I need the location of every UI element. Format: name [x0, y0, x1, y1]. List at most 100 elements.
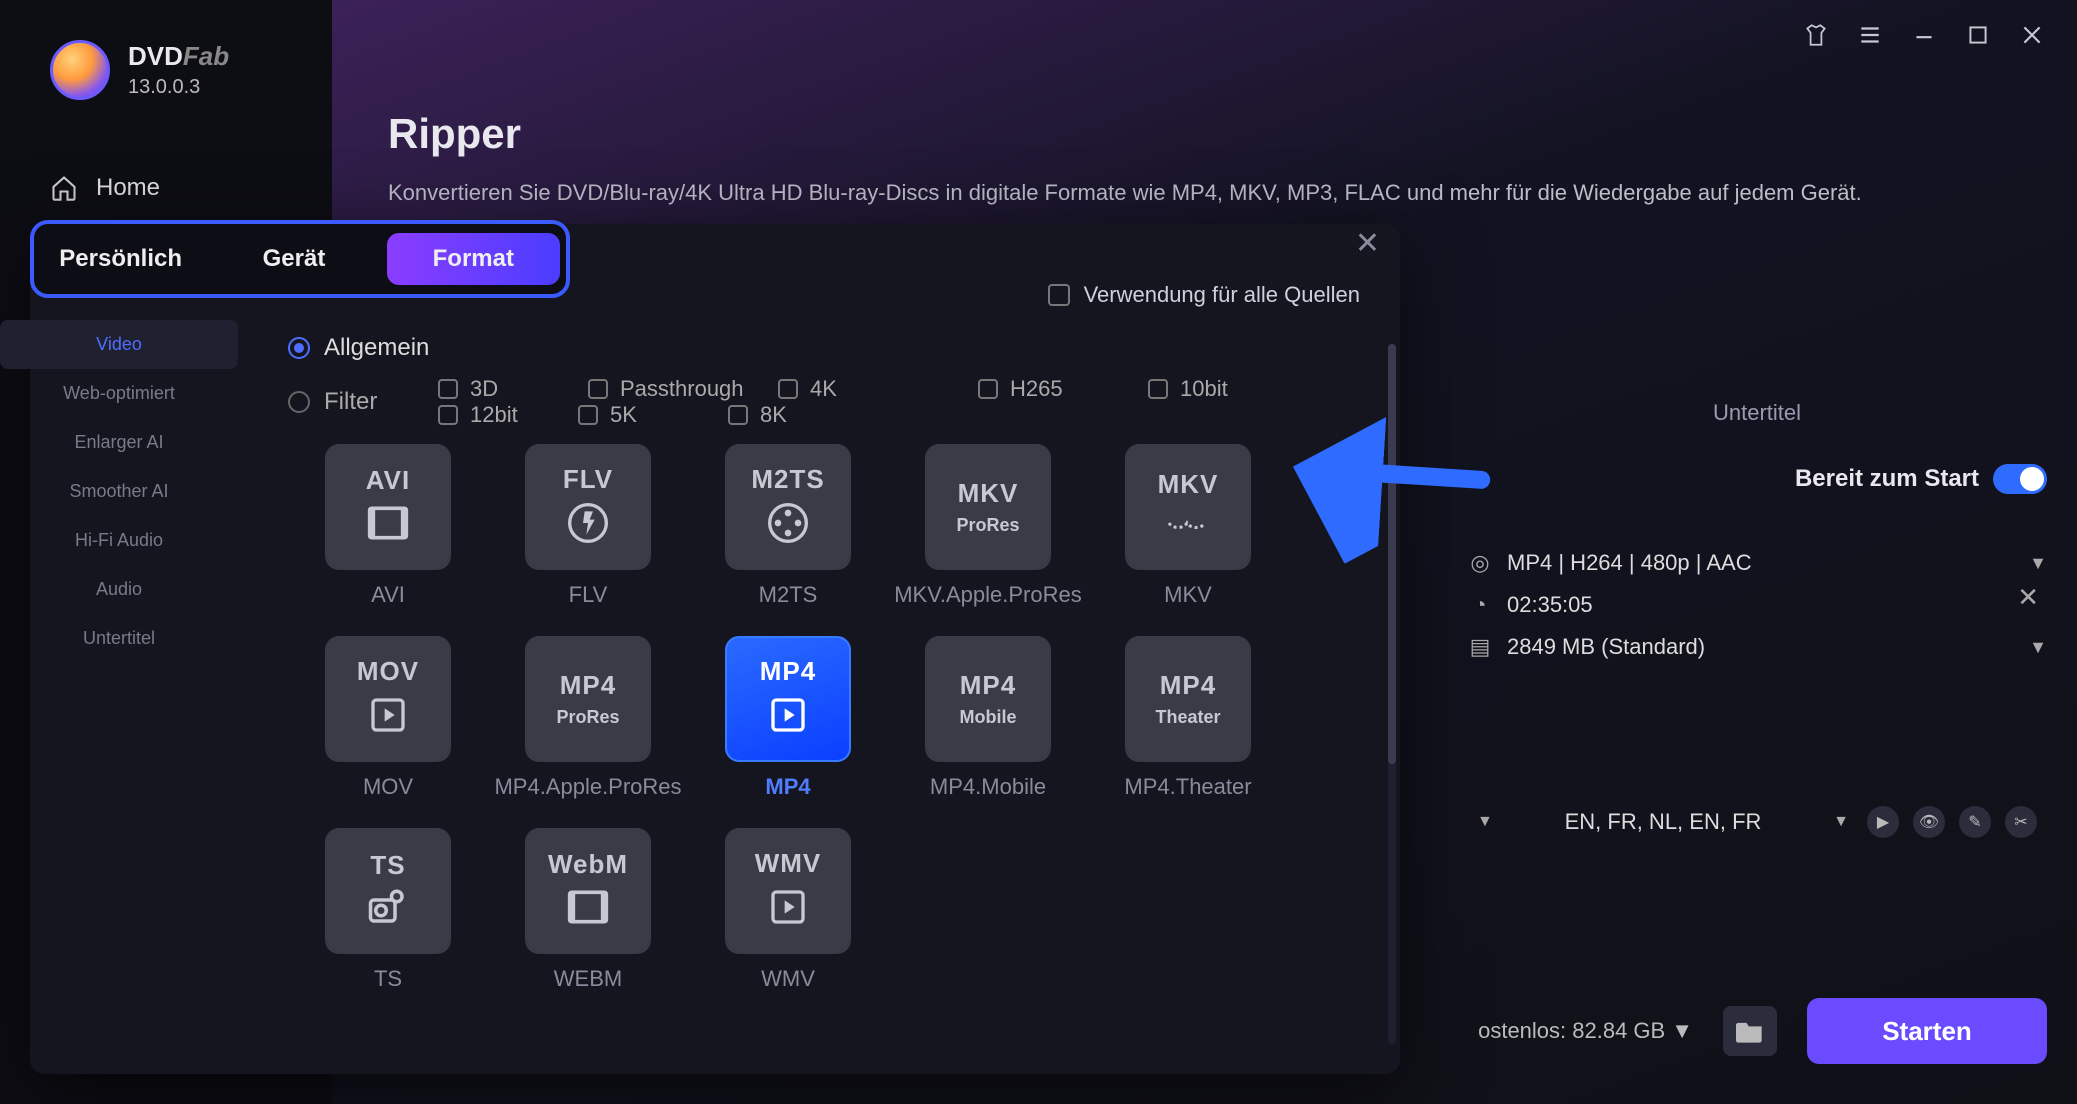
menu-icon[interactable]	[1857, 22, 1883, 48]
format-mp4-apple-prores[interactable]: MP4ProRes MP4.Apple.ProRes	[488, 636, 688, 800]
disc-icon: ◎	[1467, 550, 1493, 576]
format-mp4-theater[interactable]: MP4Theater MP4.Theater	[1088, 636, 1288, 800]
chevron-down-icon: ▼	[2029, 637, 2047, 658]
format-tile: M2TS	[725, 444, 851, 570]
filter-3d[interactable]: 3D	[438, 376, 588, 402]
ready-toggle[interactable]	[1993, 464, 2047, 494]
filter-5k[interactable]: 5K	[578, 402, 728, 428]
start-button[interactable]: Starten	[1807, 998, 2047, 1064]
category-enlarger-ai[interactable]: Enlarger AI	[0, 418, 238, 467]
chevron-down-icon[interactable]: ▼	[1477, 813, 1493, 831]
format-mp4[interactable]: MP4MP4	[688, 636, 888, 800]
format-label: MKV	[1164, 582, 1212, 608]
format-tile: WMV	[725, 828, 851, 954]
format-mov[interactable]: MOVMOV	[288, 636, 488, 800]
nav-home-label: Home	[96, 174, 160, 202]
filter-passthrough[interactable]: Passthrough	[588, 376, 778, 402]
category-sidebar: VideoWeb-optimiertEnlarger AISmoother AI…	[0, 320, 238, 663]
format-label: M2TS	[759, 582, 818, 608]
tshirt-icon[interactable]	[1803, 22, 1829, 48]
folder-icon	[1736, 1019, 1764, 1043]
cam-icon	[367, 889, 409, 933]
chevron-down-icon[interactable]: ▼	[1833, 813, 1849, 831]
play-icon	[368, 695, 408, 743]
format-label: MP4.Theater	[1124, 774, 1251, 800]
nav-home[interactable]: Home	[0, 150, 332, 226]
close-icon[interactable]	[2019, 22, 2045, 48]
category-video[interactable]: Video	[0, 320, 238, 369]
tab-format[interactable]: Format	[387, 233, 560, 285]
checkbox-icon	[1048, 284, 1070, 306]
glasses-icon	[1165, 508, 1211, 546]
format-avi[interactable]: AVIAVI	[288, 444, 488, 608]
file-icon: ▤	[1467, 634, 1493, 660]
radio-general[interactable]: Allgemein	[288, 334, 1378, 362]
modal-close-icon[interactable]: ✕	[1355, 226, 1380, 261]
chevron-down-icon: ▼	[2029, 553, 2047, 574]
category-web-optimiert[interactable]: Web-optimiert	[0, 369, 238, 418]
preview-icon[interactable]: 👁	[1913, 806, 1945, 838]
profile-row[interactable]: ◎ MP4 | H264 | 480p | AAC ▼	[1467, 542, 2047, 584]
cut-icon[interactable]: ✂	[2005, 806, 2037, 838]
chevron-down-icon[interactable]: ▼	[1671, 1018, 1693, 1044]
format-tile: MKVProRes	[925, 444, 1051, 570]
home-icon	[50, 174, 78, 202]
format-ts[interactable]: TS TS	[288, 828, 488, 992]
film-icon	[366, 504, 410, 550]
format-label: WEBM	[554, 966, 622, 992]
profile-label: MP4 | H264 | 480p | AAC	[1507, 550, 1752, 576]
format-tile: MP4ProRes	[525, 636, 651, 762]
filter-10bit[interactable]: 10bit	[1148, 376, 1308, 402]
task-remove-icon[interactable]: ✕	[2017, 582, 2039, 613]
format-flv[interactable]: FLVFLV	[488, 444, 688, 608]
format-tile: MKV	[1125, 444, 1251, 570]
radio-filter[interactable]: Filter	[288, 388, 438, 416]
play-icon	[768, 887, 808, 935]
scrollbar-thumb[interactable]	[1388, 344, 1396, 764]
minimize-icon[interactable]	[1911, 22, 1937, 48]
duration-label: 02:35:05	[1507, 592, 1593, 618]
clock-icon: ◔	[1467, 592, 1493, 618]
format-mkv-apple-prores[interactable]: MKVProResMKV.Apple.ProRes	[888, 444, 1088, 608]
format-webm[interactable]: WebMWEBM	[488, 828, 688, 992]
format-mkv[interactable]: MKV MKV	[1088, 444, 1288, 608]
format-tile: TS	[325, 828, 451, 954]
filter-options: 3DPassthrough4KH26510bit 12bit5K8K	[438, 376, 1378, 428]
format-label: WMV	[761, 966, 815, 992]
checkbox-icon	[778, 379, 798, 399]
edit-icon[interactable]: ✎	[1959, 806, 1991, 838]
format-label: TS	[374, 966, 402, 992]
format-label: MP4.Apple.ProRes	[494, 774, 681, 800]
format-m2ts[interactable]: M2TS M2TS	[688, 444, 888, 608]
format-mp4-mobile[interactable]: MP4MobileMP4.Mobile	[888, 636, 1088, 800]
play-icon[interactable]: ▶	[1867, 806, 1899, 838]
tab-gerät[interactable]: Gerät	[207, 245, 380, 273]
format-label: MOV	[363, 774, 413, 800]
apply-all-checkbox[interactable]: Verwendung für alle Quellen	[1048, 282, 1360, 308]
filter-4k[interactable]: 4K	[778, 376, 978, 402]
ready-row: Bereit zum Start	[1467, 446, 2047, 512]
tab-subtitles[interactable]: Untertitel	[1467, 380, 2047, 446]
duration-row: ◔ 02:35:05	[1467, 584, 2047, 626]
format-tile: MP4Theater	[1125, 636, 1251, 762]
category-hi-fi-audio[interactable]: Hi-Fi Audio	[0, 516, 238, 565]
window-controls	[1771, 0, 2077, 70]
output-folder-button[interactable]	[1723, 1006, 1777, 1056]
footer-bar: ostenlos: 82.84 GB ▼ Starten	[1478, 998, 2047, 1064]
play-icon	[768, 695, 808, 743]
maximize-icon[interactable]	[1965, 22, 1991, 48]
filter-8k[interactable]: 8K	[728, 402, 918, 428]
size-row[interactable]: ▤ 2849 MB (Standard) ▼	[1467, 626, 2047, 668]
format-wmv[interactable]: WMV WMV	[688, 828, 888, 992]
radio-general-label: Allgemein	[324, 334, 429, 362]
format-label: MP4	[765, 774, 810, 800]
format-label: AVI	[371, 582, 405, 608]
category-smoother-ai[interactable]: Smoother AI	[0, 467, 238, 516]
modal-tabs: PersönlichGerätFormat	[30, 220, 570, 298]
task-panel: Untertitel Bereit zum Start ✕ ◎ MP4 | H2…	[1467, 380, 2047, 856]
filter-h265[interactable]: H265	[978, 376, 1148, 402]
category-audio[interactable]: Audio	[0, 565, 238, 614]
tab-persönlich[interactable]: Persönlich	[34, 245, 207, 273]
category-untertitel[interactable]: Untertitel	[0, 614, 238, 663]
filter-12bit[interactable]: 12bit	[438, 402, 578, 428]
